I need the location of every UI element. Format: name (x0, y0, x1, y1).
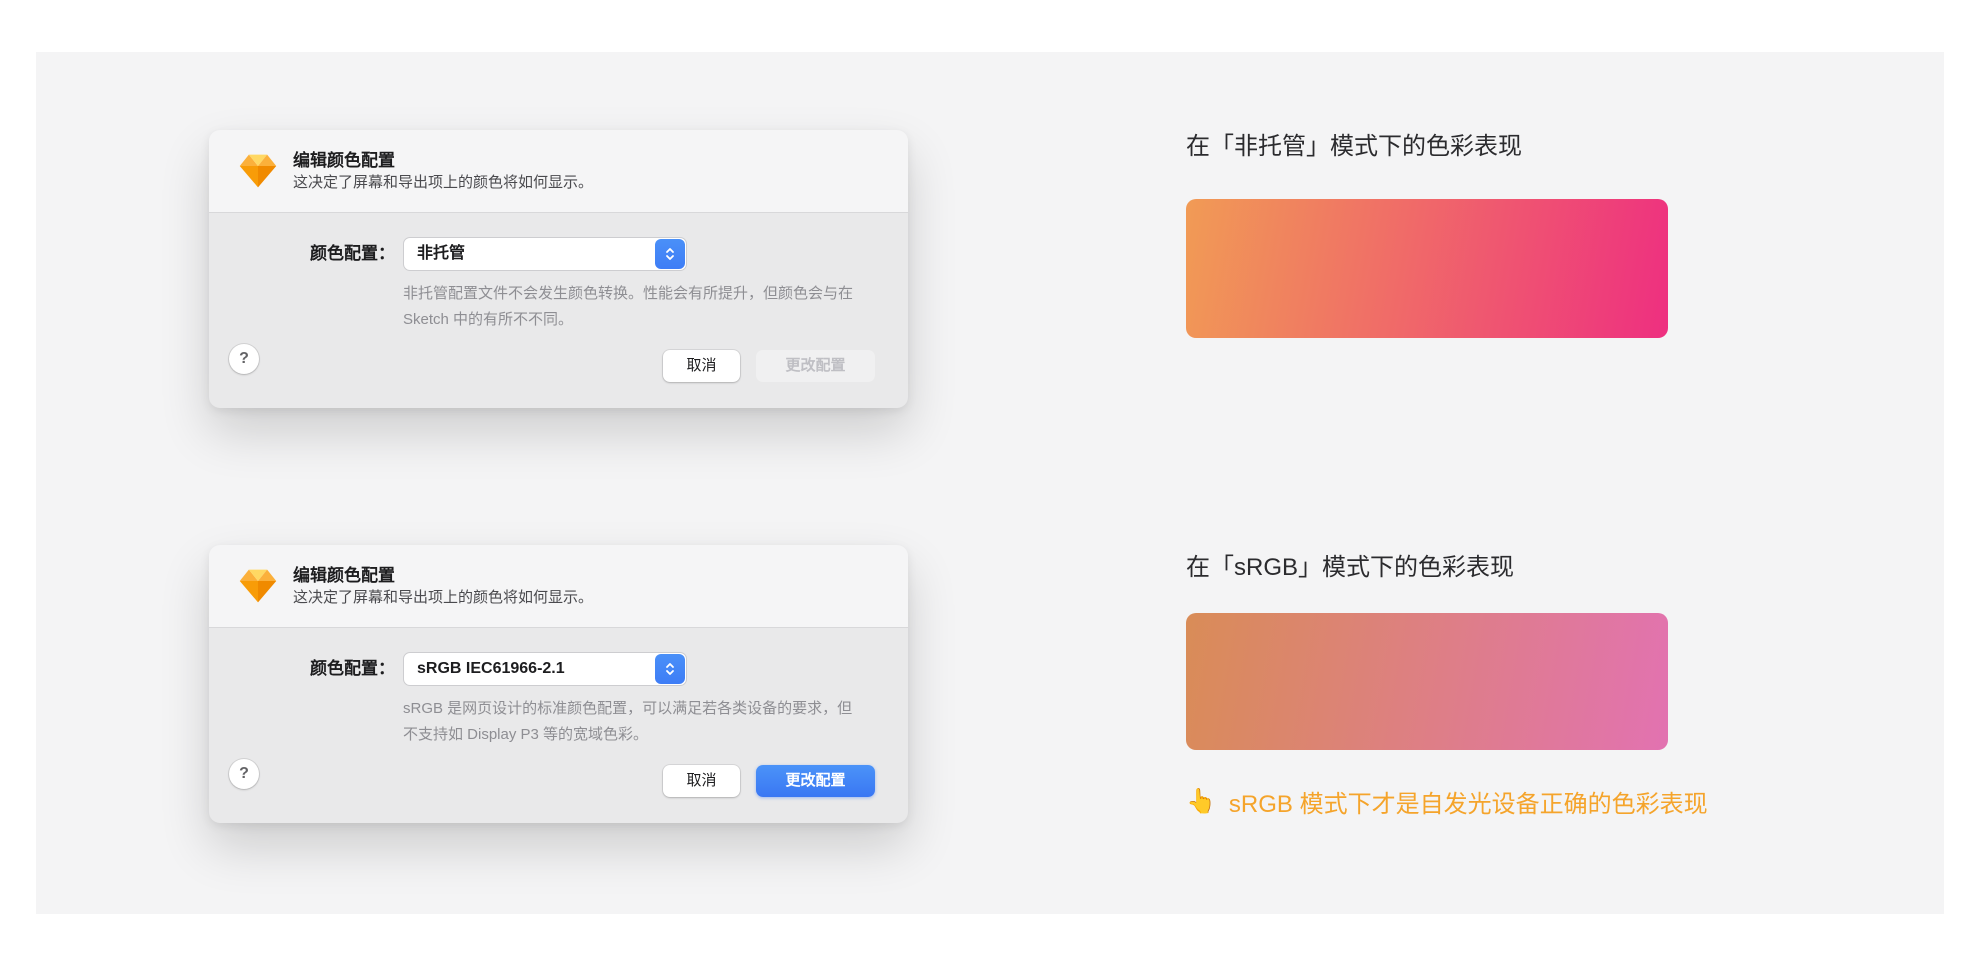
dialog-footer: 取消 更改配置 (663, 350, 875, 382)
dialog-header: 编辑颜色配置 这决定了屏幕和导出项上的颜色将如何显示。 (209, 545, 908, 628)
change-profile-button[interactable]: 更改配置 (756, 765, 875, 797)
select-value: sRGB IEC61966-2.1 (417, 653, 565, 685)
preview-title-srgb: 在「sRGB」模式下的色彩表现 (1186, 547, 1514, 582)
select-stepper (655, 239, 685, 269)
dialog-title: 编辑颜色配置 (293, 561, 395, 586)
dialog-footer: 取消 更改配置 (663, 765, 875, 797)
sketch-diamond-icon (239, 563, 277, 609)
dialog-edit-color-profile-unmanaged: 编辑颜色配置 这决定了屏幕和导出项上的颜色将如何显示。 颜色配置： 非托管 非托… (209, 130, 908, 408)
dialog-header: 编辑颜色配置 这决定了屏幕和导出项上的颜色将如何显示。 (209, 130, 908, 213)
footnote: 👆 sRGB 模式下才是自发光设备正确的色彩表现 (1186, 784, 1708, 819)
help-button[interactable]: ? (229, 344, 259, 374)
profile-description: sRGB 是网页设计的标准颜色配置，可以满足若各类设备的要求，但不支持如 Dis… (403, 696, 861, 748)
select-value: 非托管 (417, 238, 465, 270)
dialog-title: 编辑颜色配置 (293, 146, 395, 171)
change-profile-button: 更改配置 (756, 350, 875, 382)
sketch-diamond-icon (239, 148, 277, 194)
help-button[interactable]: ? (229, 759, 259, 789)
profile-description: 非托管配置文件不会发生颜色转换。性能会有所提升，但颜色会与在 Sketch 中的… (403, 281, 861, 333)
gradient-swatch-srgb (1186, 613, 1668, 750)
up-down-chevron-icon (664, 245, 676, 263)
preview-title-unmanaged: 在「非托管」模式下的色彩表现 (1186, 126, 1522, 161)
select-stepper (655, 654, 685, 684)
pointing-up-emoji: 👆 (1186, 787, 1216, 816)
cancel-button[interactable]: 取消 (663, 765, 740, 797)
color-profile-label: 颜色配置： (209, 237, 395, 271)
up-down-chevron-icon (664, 660, 676, 678)
gradient-swatch-unmanaged (1186, 199, 1668, 338)
cancel-button[interactable]: 取消 (663, 350, 740, 382)
color-profile-select[interactable]: sRGB IEC61966-2.1 (403, 652, 687, 686)
dialog-subtitle: 这决定了屏幕和导出项上的颜色将如何显示。 (293, 171, 593, 192)
color-profile-select[interactable]: 非托管 (403, 237, 687, 271)
dialog-subtitle: 这决定了屏幕和导出项上的颜色将如何显示。 (293, 586, 593, 607)
dialog-edit-color-profile-srgb: 编辑颜色配置 这决定了屏幕和导出项上的颜色将如何显示。 颜色配置： sRGB I… (209, 545, 908, 823)
color-profile-label: 颜色配置： (209, 652, 395, 686)
footnote-text: sRGB 模式下才是自发光设备正确的色彩表现 (1229, 784, 1708, 819)
